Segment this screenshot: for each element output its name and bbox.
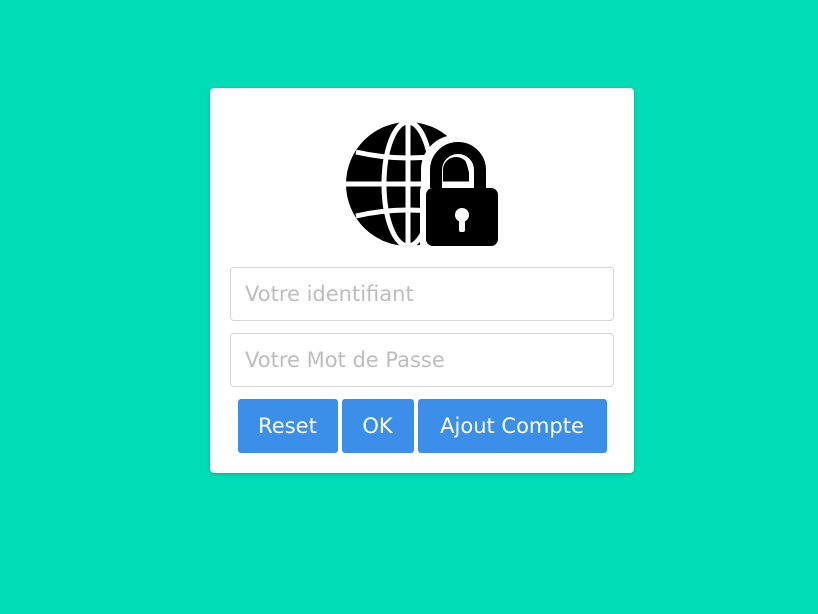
globe-lock-icon <box>346 122 502 248</box>
reset-button[interactable]: Reset <box>237 399 338 453</box>
add-account-button[interactable]: Ajout Compte <box>417 399 607 453</box>
username-input[interactable] <box>230 267 614 321</box>
ok-button[interactable]: OK <box>341 399 414 453</box>
button-row: Reset OK Ajout Compte <box>210 399 634 453</box>
login-card: Reset OK Ajout Compte <box>210 88 634 473</box>
password-input[interactable] <box>230 333 614 387</box>
